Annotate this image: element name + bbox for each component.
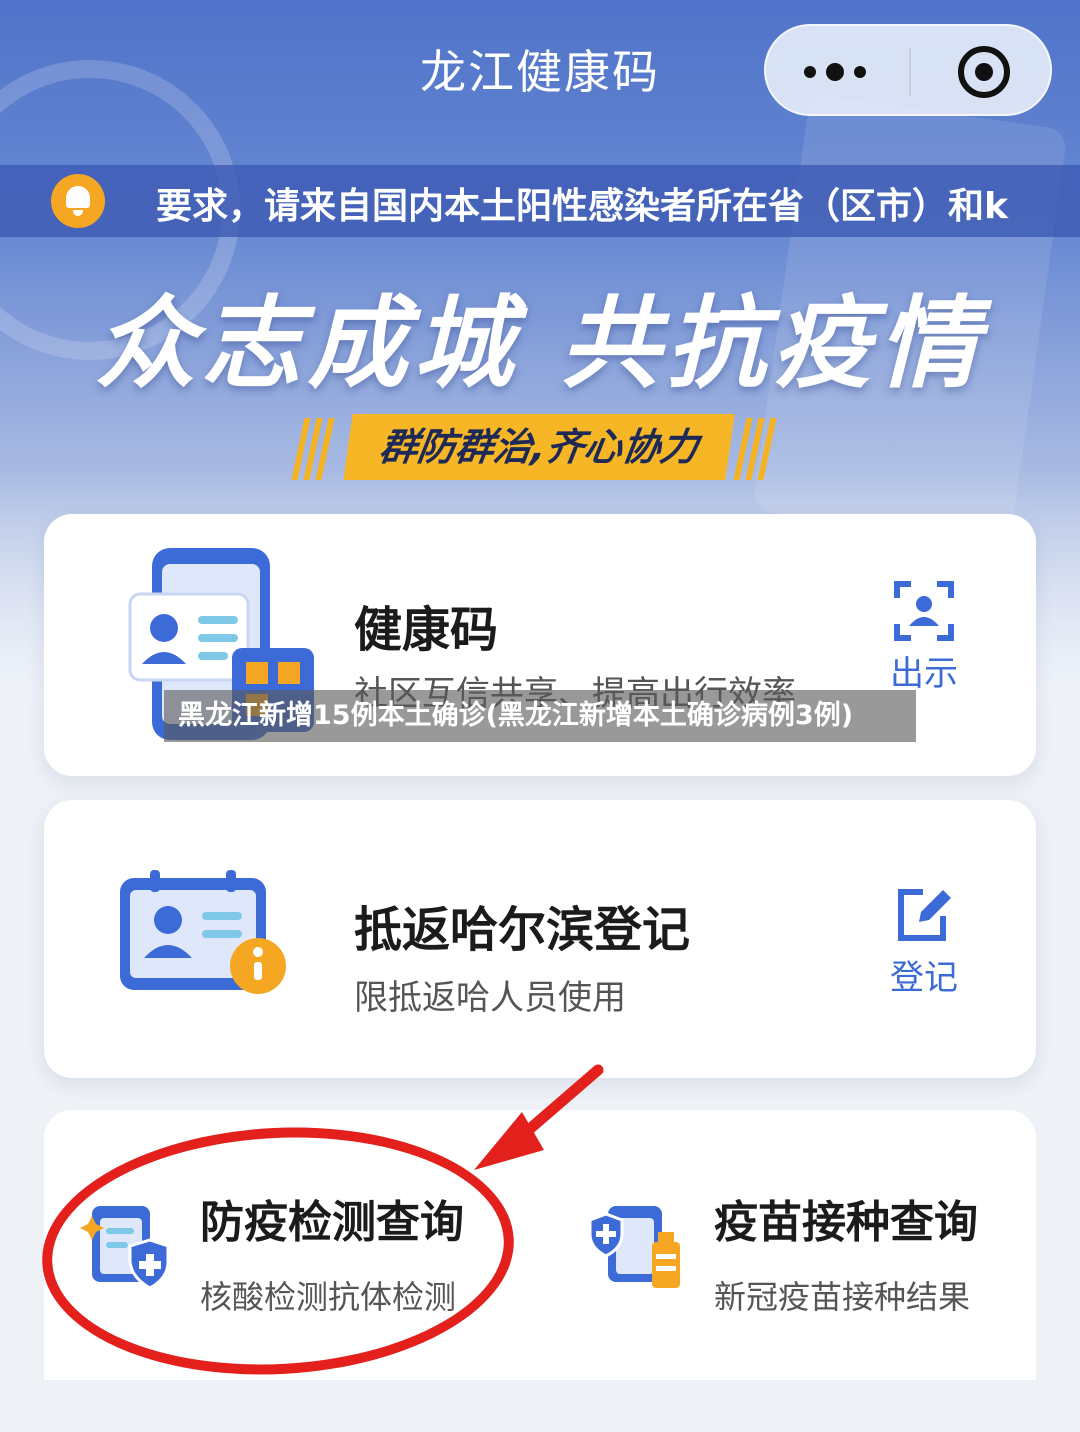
card-subtitle: 限抵返哈人员使用 — [354, 978, 626, 1018]
notice-bar[interactable]: 要求，请来自国内本土阳性感染者所在省（区市）和k — [0, 165, 1080, 237]
register-label: 登记 — [890, 958, 958, 998]
more-dots-icon[interactable] — [804, 54, 894, 90]
vaccine-shield-icon — [588, 1206, 680, 1288]
banner-subslogan: 群防群治,齐心协力 — [343, 414, 735, 480]
bell-icon — [51, 174, 105, 228]
feature-title: 疫苗接种查询 — [714, 1197, 978, 1248]
notice-text: 要求，请来自国内本土阳性感染者所在省（区市）和k — [156, 186, 1008, 225]
banner-subslogan-wrap: 群防群治,齐心协力 — [291, 410, 780, 480]
news-caption: 黑龙江新增15例本土确诊(黑龙江新增本土确诊病例3例) — [164, 690, 916, 742]
card-title: 健康码 — [354, 602, 499, 658]
mini-program-capsule — [764, 24, 1052, 116]
feature-subtitle: 新冠疫苗接种结果 — [714, 1278, 971, 1316]
id-card-info-icon — [120, 870, 286, 994]
edit-icon — [898, 889, 951, 941]
stripes-decoration — [733, 418, 780, 480]
scan-face-icon — [894, 581, 954, 641]
show-code-button[interactable]: 出示 — [884, 580, 964, 695]
register-button[interactable]: 登记 — [884, 884, 964, 999]
target-circle-icon[interactable] — [958, 46, 1010, 98]
vaccine-query-item[interactable]: 疫苗接种查询 新冠疫苗接种结果 — [540, 1110, 1036, 1380]
capsule-divider — [909, 48, 911, 96]
title-bar: 龙江健康码 — [0, 0, 1080, 140]
banner-slogan: 众志成城 共抗疫情 — [95, 285, 985, 402]
card-title: 抵返哈尔滨登记 — [354, 902, 691, 958]
show-code-label: 出示 — [890, 654, 958, 694]
harbin-return-card[interactable]: 抵返哈尔滨登记 限抵返哈人员使用 登记 — [44, 800, 1036, 1078]
stripes-decoration — [291, 418, 338, 480]
